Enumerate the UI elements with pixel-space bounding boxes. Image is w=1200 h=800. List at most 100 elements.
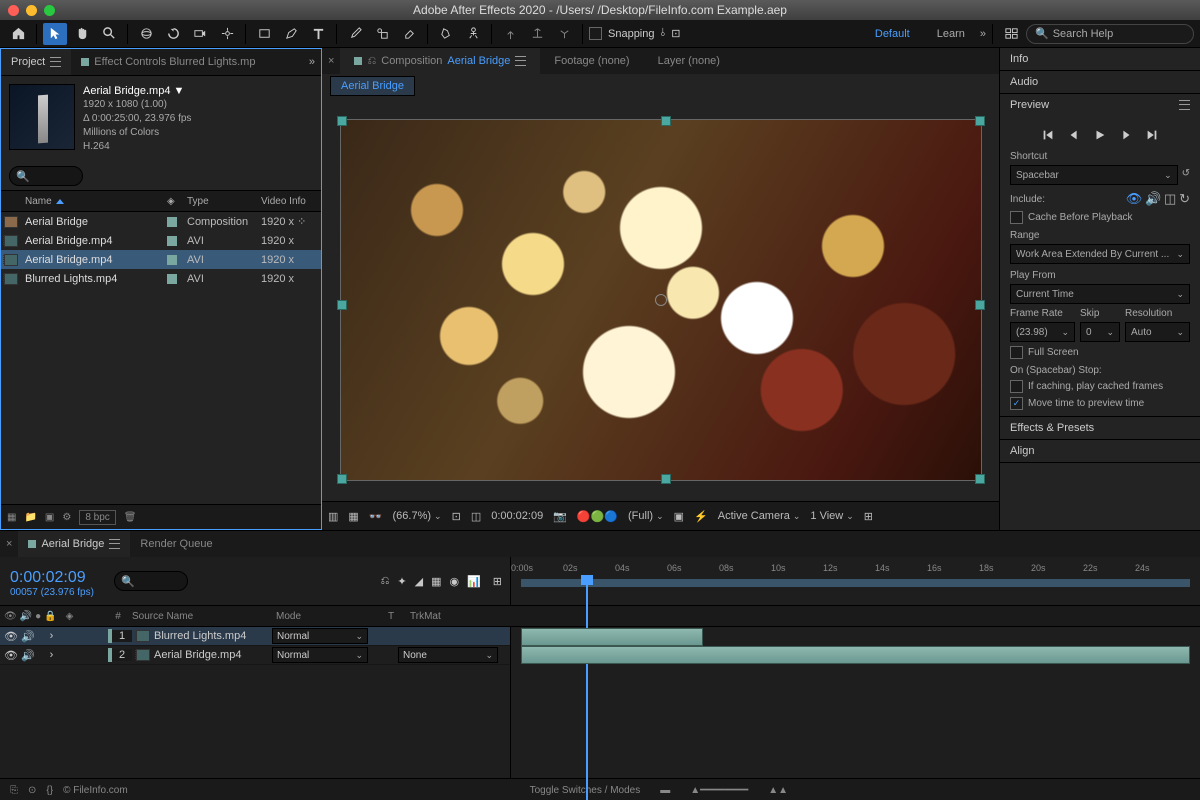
current-time[interactable]: 0:00:02:09: [491, 510, 543, 522]
brackets-icon[interactable]: {}: [46, 785, 53, 796]
channel-icon[interactable]: 🔴🟢🔵: [577, 510, 618, 523]
pen-tool[interactable]: [279, 23, 303, 45]
timeline-track-area[interactable]: [511, 627, 1200, 778]
roi-icon[interactable]: ◫: [471, 510, 481, 523]
zoom-in-icon[interactable]: ▲▲: [768, 785, 788, 796]
panel-menu-icon[interactable]: [50, 57, 61, 67]
project-search-input[interactable]: 🔍: [9, 166, 83, 186]
render-queue-tab[interactable]: Render Queue: [130, 531, 222, 557]
eraser-tool[interactable]: [397, 23, 421, 45]
label-swatch[interactable]: [167, 236, 177, 246]
comp-mini-tab[interactable]: Aerial Bridge: [330, 76, 415, 96]
project-item[interactable]: Aerial Bridge.mp4AVI1920 x: [1, 250, 321, 269]
maximize-window[interactable]: [44, 5, 55, 16]
workspace-learn[interactable]: Learn: [937, 28, 965, 40]
audio-panel-header[interactable]: Audio: [1000, 71, 1200, 93]
project-item[interactable]: Blurred Lights.mp4AVI1920 x: [1, 269, 321, 288]
layer-tab[interactable]: Layer (none): [644, 48, 734, 74]
snap-icon[interactable]: ⫰: [661, 27, 666, 40]
info-panel-header[interactable]: Info: [1000, 48, 1200, 70]
include-audio-icon[interactable]: 🔊: [1145, 191, 1161, 206]
layer-bar[interactable]: [521, 628, 703, 646]
graph-icon[interactable]: 📊: [467, 575, 481, 588]
grid-toggle-icon[interactable]: ▦: [348, 510, 358, 523]
transform-icon[interactable]: ⊙: [28, 785, 36, 796]
trash-icon[interactable]: 🗑: [124, 512, 137, 523]
reset-icon[interactable]: ↺: [1182, 168, 1190, 179]
camera-tool[interactable]: [188, 23, 212, 45]
brush-tool[interactable]: [343, 23, 367, 45]
skip-dropdown[interactable]: 0⌄: [1080, 322, 1120, 342]
timeline-comp-tab[interactable]: Aerial Bridge: [18, 531, 130, 557]
last-frame-button[interactable]: [1145, 128, 1159, 145]
project-item[interactable]: Aerial Bridge.mp4AVI1920 x: [1, 231, 321, 250]
label-swatch[interactable]: [167, 255, 177, 265]
motionblur-icon[interactable]: ◉: [449, 575, 459, 588]
composition-tab[interactable]: ⎌ Composition Aerial Bridge: [340, 48, 540, 74]
timeline-layer-row[interactable]: 👁🔊›2Aerial Bridge.mp4Normal⌄None⌄: [0, 646, 510, 665]
rotation-tool[interactable]: [161, 23, 185, 45]
search-help-input[interactable]: 🔍 Search Help: [1026, 24, 1194, 44]
shortcut-dropdown[interactable]: Spacebar⌄: [1010, 165, 1178, 185]
onstop-move-checkbox[interactable]: ✓Move time to preview time: [1010, 397, 1190, 410]
panel-menu-icon[interactable]: [109, 539, 120, 549]
workspace-overflow-icon[interactable]: »: [980, 28, 986, 40]
play-button[interactable]: [1093, 128, 1107, 145]
zoom-dropdown[interactable]: (66.7%)⌄: [393, 510, 442, 522]
draft3d-icon[interactable]: ✦: [397, 575, 406, 588]
new-folder-icon[interactable]: 📁: [24, 512, 36, 523]
orbit-tool[interactable]: [134, 23, 158, 45]
include-overlay-icon[interactable]: ◫: [1164, 191, 1176, 206]
clone-tool[interactable]: [370, 23, 394, 45]
prev-frame-button[interactable]: [1067, 128, 1081, 145]
snapshot-icon[interactable]: 📷: [553, 510, 567, 523]
zoom-out-icon[interactable]: ▬: [660, 785, 670, 796]
timeline-layer-list[interactable]: 👁🔊›1Blurred Lights.mp4Normal⌄👁🔊›2Aerial …: [0, 627, 511, 778]
home-button[interactable]: [6, 23, 30, 45]
effect-controls-tab[interactable]: Effect Controls Blurred Lights.mp: [71, 49, 265, 75]
effects-presets-header[interactable]: Effects & Presets: [1000, 417, 1200, 439]
blend-mode-dropdown[interactable]: Normal⌄: [272, 628, 368, 644]
local-axis-icon[interactable]: [498, 23, 522, 45]
workspace-default[interactable]: Default: [875, 28, 910, 40]
snapping-toggle[interactable]: Snapping ⫰ ⊡: [589, 27, 681, 40]
roto-tool[interactable]: [434, 23, 458, 45]
preview-panel-header[interactable]: Preview: [1000, 94, 1200, 116]
3d-view-icon[interactable]: ▣: [674, 510, 684, 523]
toggle-switches-button[interactable]: Toggle Switches / Modes: [530, 785, 641, 796]
project-tab[interactable]: Project: [1, 49, 71, 75]
mask-toggle-icon[interactable]: 👓: [369, 510, 383, 523]
color-depth-button[interactable]: 8 bpc: [79, 510, 115, 525]
hand-tool[interactable]: [70, 23, 94, 45]
audio-toggle[interactable]: 🔊: [21, 630, 35, 643]
visibility-toggle[interactable]: 👁: [4, 649, 18, 662]
project-item[interactable]: Aerial BridgeComposition1920 x ⁘: [1, 212, 321, 231]
expand-icon[interactable]: ⎘: [10, 785, 18, 796]
range-dropdown[interactable]: Work Area Extended By Current ...⌄: [1010, 244, 1190, 264]
footage-tab[interactable]: Footage (none): [540, 48, 643, 74]
views-dropdown[interactable]: 1 View⌄: [810, 510, 853, 522]
panel-menu-icon[interactable]: [1179, 100, 1190, 110]
fullscreen-checkbox[interactable]: Full Screen: [1010, 346, 1190, 359]
onstop-cache-checkbox[interactable]: If caching, play cached frames: [1010, 380, 1190, 393]
work-area-bar[interactable]: [521, 579, 1190, 587]
resolution-dropdown[interactable]: Auto⌄: [1125, 322, 1190, 342]
project-column-header[interactable]: Name ◈ Type Video Info: [1, 190, 321, 212]
label-swatch[interactable]: [167, 274, 177, 284]
loop-icon[interactable]: ↻: [1179, 191, 1190, 206]
proj-settings-icon[interactable]: ⚙: [62, 512, 71, 523]
workspace-menu-icon[interactable]: [999, 23, 1023, 45]
timeline-layer-row[interactable]: 👁🔊›1Blurred Lights.mp4Normal⌄: [0, 627, 510, 646]
timeline-search-input[interactable]: 🔍: [114, 571, 188, 591]
view-axis-icon[interactable]: [552, 23, 576, 45]
anchor-point-icon[interactable]: [655, 294, 667, 306]
align-panel-header[interactable]: Align: [1000, 440, 1200, 462]
zoom-slider[interactable]: ▲━━━━━━━━: [690, 785, 748, 796]
playhead[interactable]: [581, 575, 593, 585]
new-comp-icon[interactable]: ▣: [45, 512, 54, 523]
include-video-icon[interactable]: 👁: [1126, 191, 1143, 206]
selection-tool[interactable]: [43, 23, 67, 45]
alpha-toggle-icon[interactable]: ▥: [328, 510, 338, 523]
rectangle-tool[interactable]: [252, 23, 276, 45]
trkmat-dropdown[interactable]: None⌄: [398, 647, 498, 663]
